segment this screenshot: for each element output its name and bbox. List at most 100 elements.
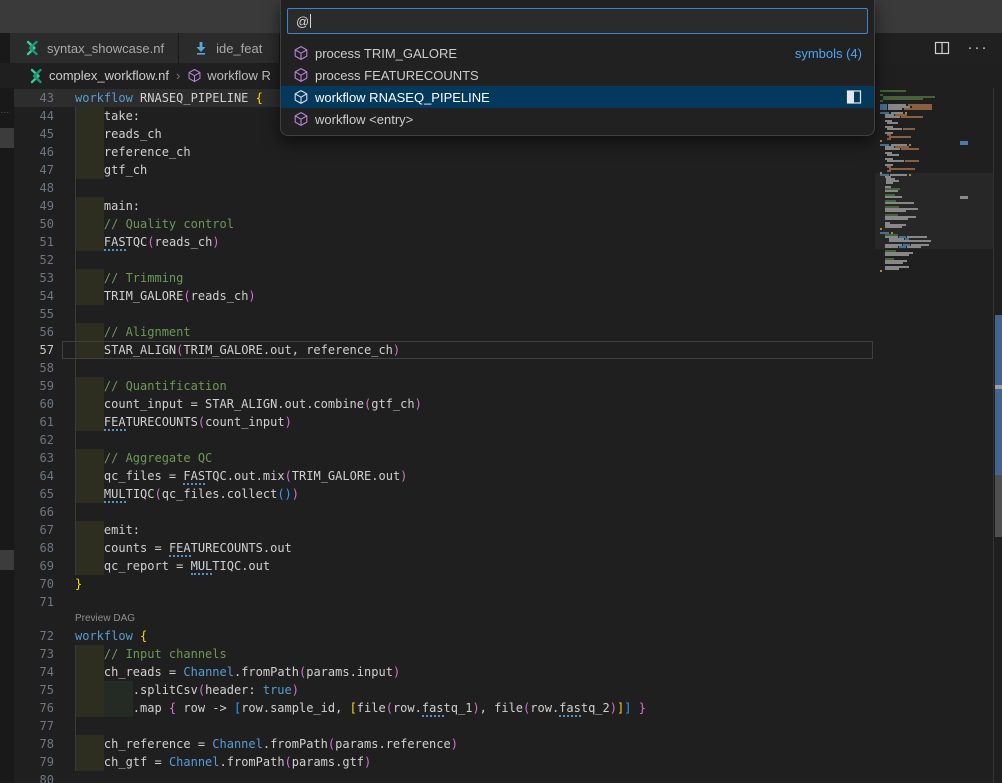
code-line[interactable]: MULTIQC(qc_files.collect()) (62, 485, 875, 503)
code-line[interactable]: // Aggregate QC (62, 449, 875, 467)
code-line[interactable] (62, 593, 875, 611)
line-number[interactable]: 50 (14, 215, 54, 233)
code-line[interactable]: ch_reads = Channel.fromPath(params.input… (62, 663, 875, 681)
line-number[interactable]: 56 (14, 323, 54, 341)
code-line[interactable] (62, 251, 875, 269)
line-number[interactable]: 64 (14, 467, 54, 485)
line-number[interactable]: 75 (14, 681, 54, 699)
code-line[interactable]: .splitCsv(header: true) (62, 681, 875, 699)
minimap-line (889, 240, 931, 242)
breadcrumb-file[interactable]: complex_workflow.nf (49, 68, 169, 83)
line-number[interactable]: 61 (14, 413, 54, 431)
code-line[interactable]: emit: (62, 521, 875, 539)
line-number[interactable]: 80 (14, 771, 54, 783)
nextflow-icon (28, 68, 44, 84)
code-line[interactable]: // Quantification (62, 377, 875, 395)
code-line[interactable]: // Alignment (62, 323, 875, 341)
line-number[interactable]: 72 (14, 627, 54, 645)
symbol-search-input[interactable]: @ (287, 8, 868, 34)
symbol-item-process-trim-galore[interactable]: process TRIM_GALORE symbols (4) (281, 42, 874, 64)
symbol-label: workflow <entry> (315, 112, 413, 127)
code-line[interactable]: // Trimming (62, 269, 875, 287)
line-number[interactable]: 51 (14, 233, 54, 251)
code-line[interactable] (62, 179, 875, 197)
line-number[interactable]: 60 (14, 395, 54, 413)
scrollbar-slider[interactable] (995, 475, 1002, 537)
code-line[interactable] (62, 717, 875, 735)
code-line[interactable]: ch_gtf = Channel.fromPath(params.gtf) (62, 753, 875, 771)
indent-guide (75, 467, 76, 485)
line-number[interactable]: 54 (14, 287, 54, 305)
line-number[interactable]: 46 (14, 143, 54, 161)
line-number[interactable]: 67 (14, 521, 54, 539)
code-line[interactable]: count_input = STAR_ALIGN.out.combine(gtf… (62, 395, 875, 413)
indent-guide (75, 305, 76, 323)
tab-syntax-showcase[interactable]: syntax_showcase.nf (10, 33, 179, 63)
breadcrumb-symbol[interactable]: workflow R (207, 68, 271, 83)
code-line[interactable]: gtf_ch (62, 161, 875, 179)
code-line[interactable]: main: (62, 197, 875, 215)
overview-ruler[interactable] (993, 88, 1002, 783)
line-number[interactable]: 44 (14, 107, 54, 125)
code-line[interactable]: .map { row -> [row.sample_id, [file(row.… (62, 699, 875, 717)
code-line[interactable]: TRIM_GALORE(reads_ch) (62, 287, 875, 305)
line-number[interactable]: 69 (14, 557, 54, 575)
line-number[interactable]: 43 (14, 89, 54, 107)
line-number[interactable]: 59 (14, 377, 54, 395)
symbol-item-process-featurecounts[interactable]: process FEATURECOUNTS (281, 64, 874, 86)
minimap-line (880, 228, 882, 230)
code-line[interactable]: ch_reference = Channel.fromPath(params.r… (62, 735, 875, 753)
minimap-line (880, 108, 887, 110)
code-layer[interactable]: workflow RNASEQ_PIPELINE { take: reads_c… (62, 88, 875, 783)
code-line[interactable]: // Quality control (62, 215, 875, 233)
indent-band (104, 699, 133, 717)
code-line[interactable] (62, 359, 875, 377)
line-number[interactable]: 63 (14, 449, 54, 467)
minimap[interactable] (875, 88, 993, 783)
code-line[interactable]: reference_ch (62, 143, 875, 161)
code-line[interactable] (62, 503, 875, 521)
line-number[interactable]: 47 (14, 161, 54, 179)
open-to-side-button[interactable] (846, 90, 862, 104)
tab-ide-features[interactable]: ide_feat (179, 33, 280, 63)
line-number[interactable]: 53 (14, 269, 54, 287)
line-number[interactable]: 70 (14, 575, 54, 593)
line-number[interactable]: 68 (14, 539, 54, 557)
code-line[interactable] (62, 305, 875, 323)
symbol-item-workflow-rnaseq-pipeline[interactable]: workflow RNASEQ_PIPELINE (281, 86, 874, 108)
line-number[interactable]: 79 (14, 753, 54, 771)
indent-band (75, 287, 104, 305)
line-number[interactable]: 45 (14, 125, 54, 143)
split-editor-button[interactable] (932, 38, 952, 58)
line-number[interactable]: 52 (14, 251, 54, 269)
line-number[interactable]: 57 (14, 341, 54, 359)
line-number[interactable]: 74 (14, 663, 54, 681)
code-line[interactable]: qc_report = MULTIQC.out (62, 557, 875, 575)
line-number[interactable]: 65 (14, 485, 54, 503)
minimap-line (880, 100, 883, 102)
code-line[interactable]: FASTQC(reads_ch) (62, 233, 875, 251)
code-line[interactable] (62, 431, 875, 449)
more-actions-button[interactable]: ··· (968, 38, 988, 58)
line-number[interactable]: 62 (14, 431, 54, 449)
line-number[interactable]: 48 (14, 179, 54, 197)
code-lens-preview-dag[interactable]: Preview DAG (75, 611, 135, 627)
symbol-item-workflow-entry[interactable]: workflow <entry> (281, 108, 874, 130)
minimap-line (901, 116, 923, 118)
code-line[interactable]: } (62, 575, 875, 593)
line-number[interactable]: 78 (14, 735, 54, 753)
line-number[interactable]: 76 (14, 699, 54, 717)
line-number[interactable]: 71 (14, 593, 54, 611)
line-number[interactable]: 73 (14, 645, 54, 663)
code-line[interactable]: workflow { (62, 627, 875, 645)
line-number[interactable]: 49 (14, 197, 54, 215)
code-line[interactable] (62, 771, 875, 783)
code-line[interactable]: FEATURECOUNTS(count_input) (62, 413, 875, 431)
line-number[interactable]: 77 (14, 717, 54, 735)
line-number[interactable]: 66 (14, 503, 54, 521)
code-line[interactable]: // Input channels (62, 645, 875, 663)
code-line[interactable]: counts = FEATURECOUNTS.out (62, 539, 875, 557)
line-number[interactable]: 55 (14, 305, 54, 323)
code-line[interactable]: qc_files = FASTQC.out.mix(TRIM_GALORE.ou… (62, 467, 875, 485)
line-number[interactable]: 58 (14, 359, 54, 377)
